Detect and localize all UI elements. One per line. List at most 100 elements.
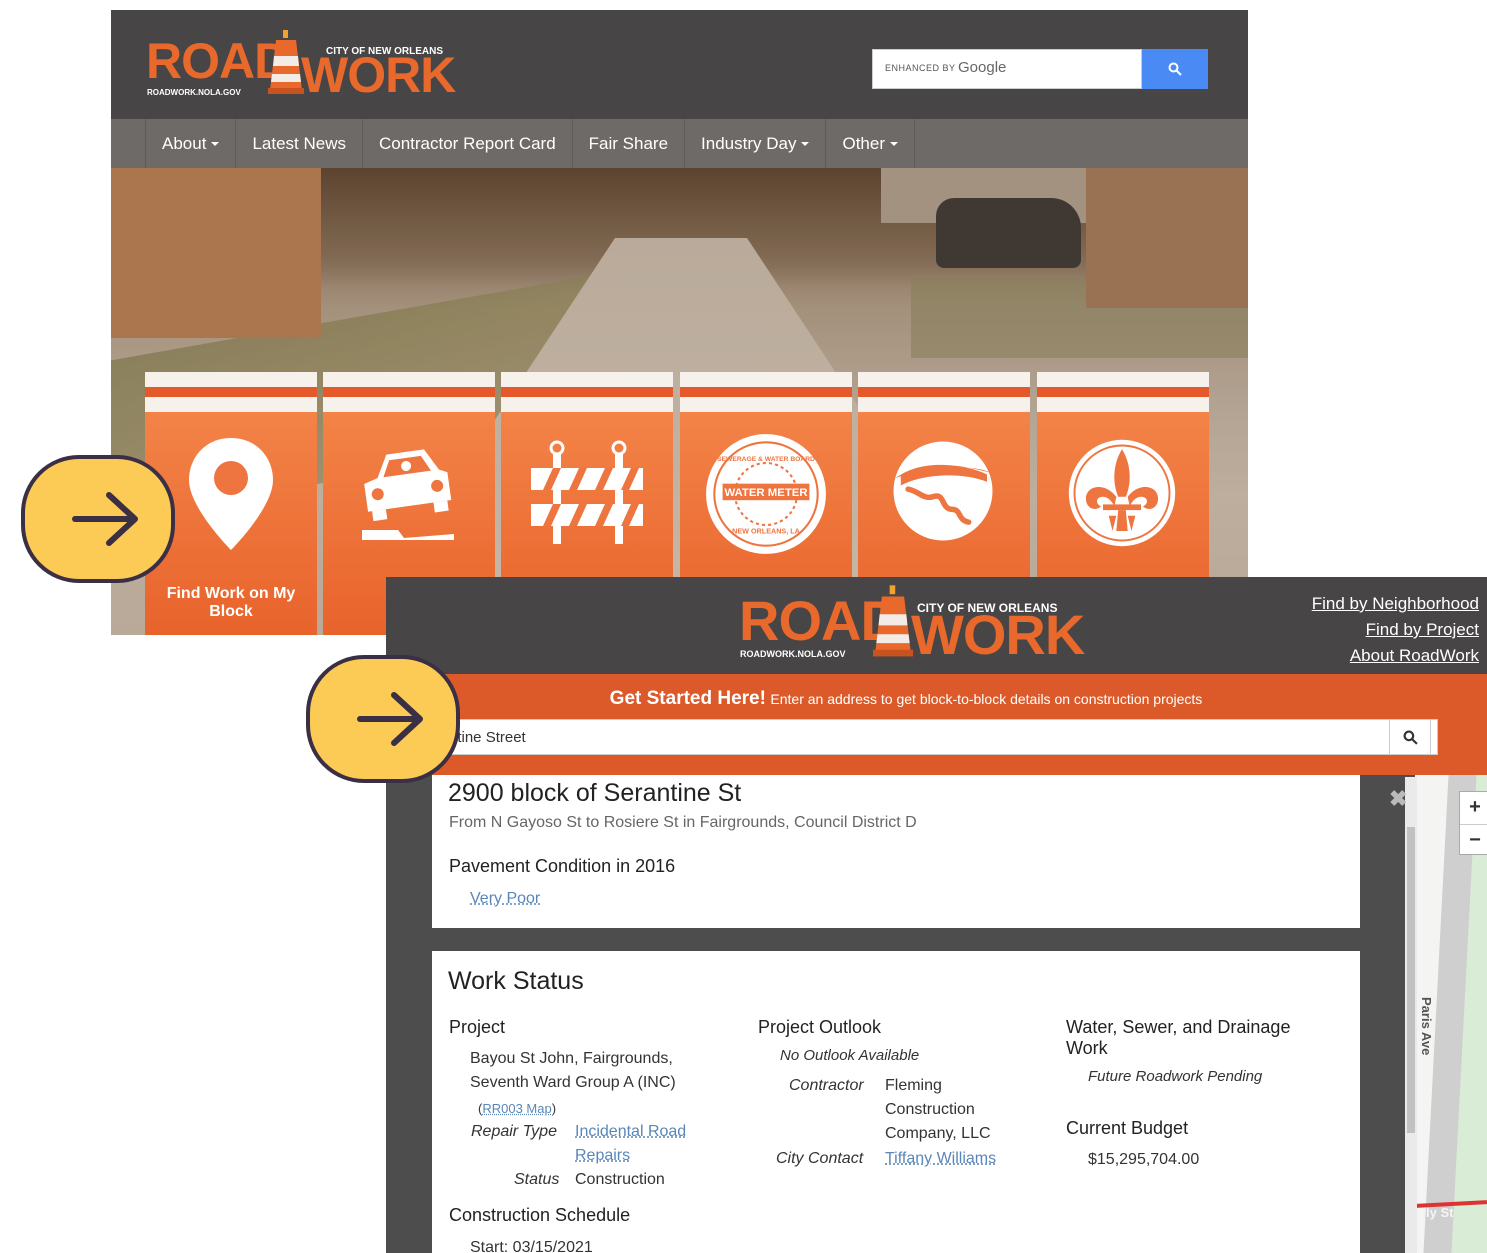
get-started-subtext: Enter an address to get block-to-block d…: [770, 691, 1203, 707]
tile-stripe: [501, 387, 673, 397]
address-input-value: ntine Street: [449, 729, 526, 746]
address-search-input[interactable]: ntine Street: [434, 719, 1438, 755]
caret-down-icon: [801, 141, 810, 146]
close-icon[interactable]: ✖: [1389, 786, 1407, 812]
tile-stripe: [680, 387, 852, 397]
pavement-condition-link[interactable]: Very Poor: [470, 890, 540, 908]
finder-header: ROAD WORK CITY OF NEW ORLEANS ROADWORK.N…: [386, 577, 1487, 674]
nav-label: Fair Share: [588, 133, 669, 153]
project-name: Seventh Ward Group A (INC): [470, 1074, 676, 1091]
nav-item-latest-news[interactable]: Latest News: [236, 119, 363, 168]
tile-stripe: [323, 387, 495, 397]
sewerage-board-text: SEWERAGE & WATER BOARD: [717, 456, 815, 463]
work-status-heading: Work Status: [448, 967, 584, 995]
nav-item-contractor-report-card[interactable]: Contractor Report Card: [363, 119, 573, 168]
scrollbar-thumb[interactable]: [1407, 827, 1415, 1133]
current-budget-value: $15,295,704.00: [1088, 1151, 1200, 1168]
tile-stripe: [1037, 387, 1209, 397]
water-meter-label: WATER METER: [724, 487, 807, 499]
city-contact-label: City Contact: [776, 1150, 864, 1167]
search-icon: [1403, 730, 1418, 745]
contractor-value: Company, LLC: [885, 1125, 991, 1142]
city-contact-link[interactable]: Tiffany Williams: [885, 1150, 996, 1168]
paren: ): [551, 1101, 557, 1116]
project-name: Bayou St John, Fairgrounds,: [470, 1050, 673, 1067]
nav-item-about[interactable]: About: [146, 119, 237, 168]
tile-stripe: [1037, 372, 1209, 387]
repair-type-link[interactable]: Incidental Road: [575, 1123, 686, 1141]
status-label: Status: [514, 1171, 560, 1188]
about-roadwork-link[interactable]: About RoadWork: [1312, 643, 1479, 669]
logo-city-text: CITY OF NEW ORLEANS: [326, 46, 444, 57]
tile-stripe: [858, 387, 1030, 397]
google-search-button[interactable]: [1142, 49, 1208, 89]
map-street-label: Paris Ave: [1419, 997, 1434, 1056]
tile-stripe: [323, 372, 495, 387]
address-search-button[interactable]: [1389, 719, 1431, 755]
logo-work-text: WORK: [911, 603, 1085, 666]
fleur-de-lis-icon: [1068, 439, 1176, 547]
car-pothole-icon: [362, 449, 454, 540]
map-zoom-control: + −: [1459, 791, 1487, 855]
tile-stripe: [323, 397, 495, 412]
tile-stripe: [501, 397, 673, 412]
caret-down-icon: [890, 141, 899, 146]
project-outlook-value: No Outlook Available: [780, 1047, 920, 1064]
tile-stripe: [145, 372, 317, 387]
traffic-cone-icon: [873, 585, 913, 657]
roadwork-homepage-screenshot: ROAD WORK CITY OF NEW ORLEANS ROADWORK.N…: [111, 10, 1248, 635]
tile-stripe: [858, 397, 1030, 412]
block-title: 2900 block of Serantine St: [448, 779, 742, 807]
nav-item-other[interactable]: Other: [826, 119, 916, 168]
tile-stripe: [1037, 397, 1209, 412]
tile-stripe: [858, 372, 1030, 387]
water-sewer-drainage-value: Future Roadwork Pending: [1088, 1068, 1263, 1085]
arrow-right-icon: [357, 692, 423, 746]
nav-label: About: [162, 133, 207, 153]
repair-type-label: Repair Type: [471, 1123, 557, 1140]
caret-down-icon: [211, 141, 220, 146]
roadwork-logo[interactable]: ROAD WORK CITY OF NEW ORLEANS ROADWORK.N…: [146, 30, 456, 100]
tile-stripe: [145, 397, 317, 412]
project-heading: Project: [449, 1017, 506, 1037]
repair-type-link[interactable]: Repairs: [575, 1147, 630, 1165]
google-search-input[interactable]: ENHANCED BY Google: [872, 49, 1142, 89]
contractor-label: Contractor: [789, 1077, 864, 1094]
barricade-icon: [531, 440, 643, 544]
tile-stripe: [145, 387, 317, 397]
water-meter-icon: WATER METER SEWERAGE & WATER BOARD NEW O…: [706, 434, 826, 554]
water-sewer-drainage-heading: Work: [1066, 1038, 1108, 1058]
tile-label: Find Work on My Block: [166, 585, 296, 620]
details-scrollbar[interactable]: [1405, 777, 1417, 1253]
logo-url-text: ROADWORK.NOLA.GOV: [740, 649, 846, 659]
get-started-heading: Get Started Here!: [609, 688, 766, 709]
contractor-value: Fleming: [885, 1077, 942, 1094]
search-icon: [1168, 62, 1182, 76]
construction-schedule-heading: Construction Schedule: [449, 1205, 631, 1225]
enhanced-by-label: ENHANCED BY: [885, 63, 956, 73]
zoom-out-button[interactable]: −: [1460, 824, 1487, 856]
arrow-callout-1: [21, 455, 175, 583]
nav-label: Latest News: [252, 133, 346, 153]
find-by-neighborhood-link[interactable]: Find by Neighborhood: [1312, 591, 1479, 617]
zoom-in-button[interactable]: +: [1460, 792, 1487, 823]
schedule-start: Start: 03/15/2021: [470, 1239, 593, 1253]
nav-item-fair-share[interactable]: Fair Share: [573, 119, 686, 168]
project-map-link[interactable]: RR003 Map: [482, 1101, 551, 1116]
roadwork-logo[interactable]: ROAD WORK CITY OF NEW ORLEANS ROADWORK.N…: [739, 585, 1085, 665]
nav-label: Industry Day: [701, 133, 797, 153]
tile-stripe: [501, 372, 673, 387]
contractor-value: Construction: [885, 1101, 975, 1118]
arrow-right-icon: [72, 492, 138, 546]
finder-header-links: Find by Neighborhood Find by Project Abo…: [1312, 591, 1479, 669]
find-by-project-link[interactable]: Find by Project: [1312, 617, 1479, 643]
nav-item-industry-day[interactable]: Industry Day: [685, 119, 827, 168]
current-budget-heading: Current Budget: [1066, 1118, 1189, 1138]
map-street-label: ly St: [1426, 1205, 1454, 1220]
get-started-text: Get Started Here! Enter an address to ge…: [386, 688, 1426, 710]
logo-work-text: WORK: [301, 47, 456, 103]
tile-stripe: [680, 397, 852, 412]
logo-city-text: CITY OF NEW ORLEANS: [917, 601, 1058, 615]
work-status-card: Work Status Project Bayou St John, Fairg…: [432, 951, 1360, 1253]
logo-url-text: ROADWORK.NOLA.GOV: [147, 88, 241, 97]
